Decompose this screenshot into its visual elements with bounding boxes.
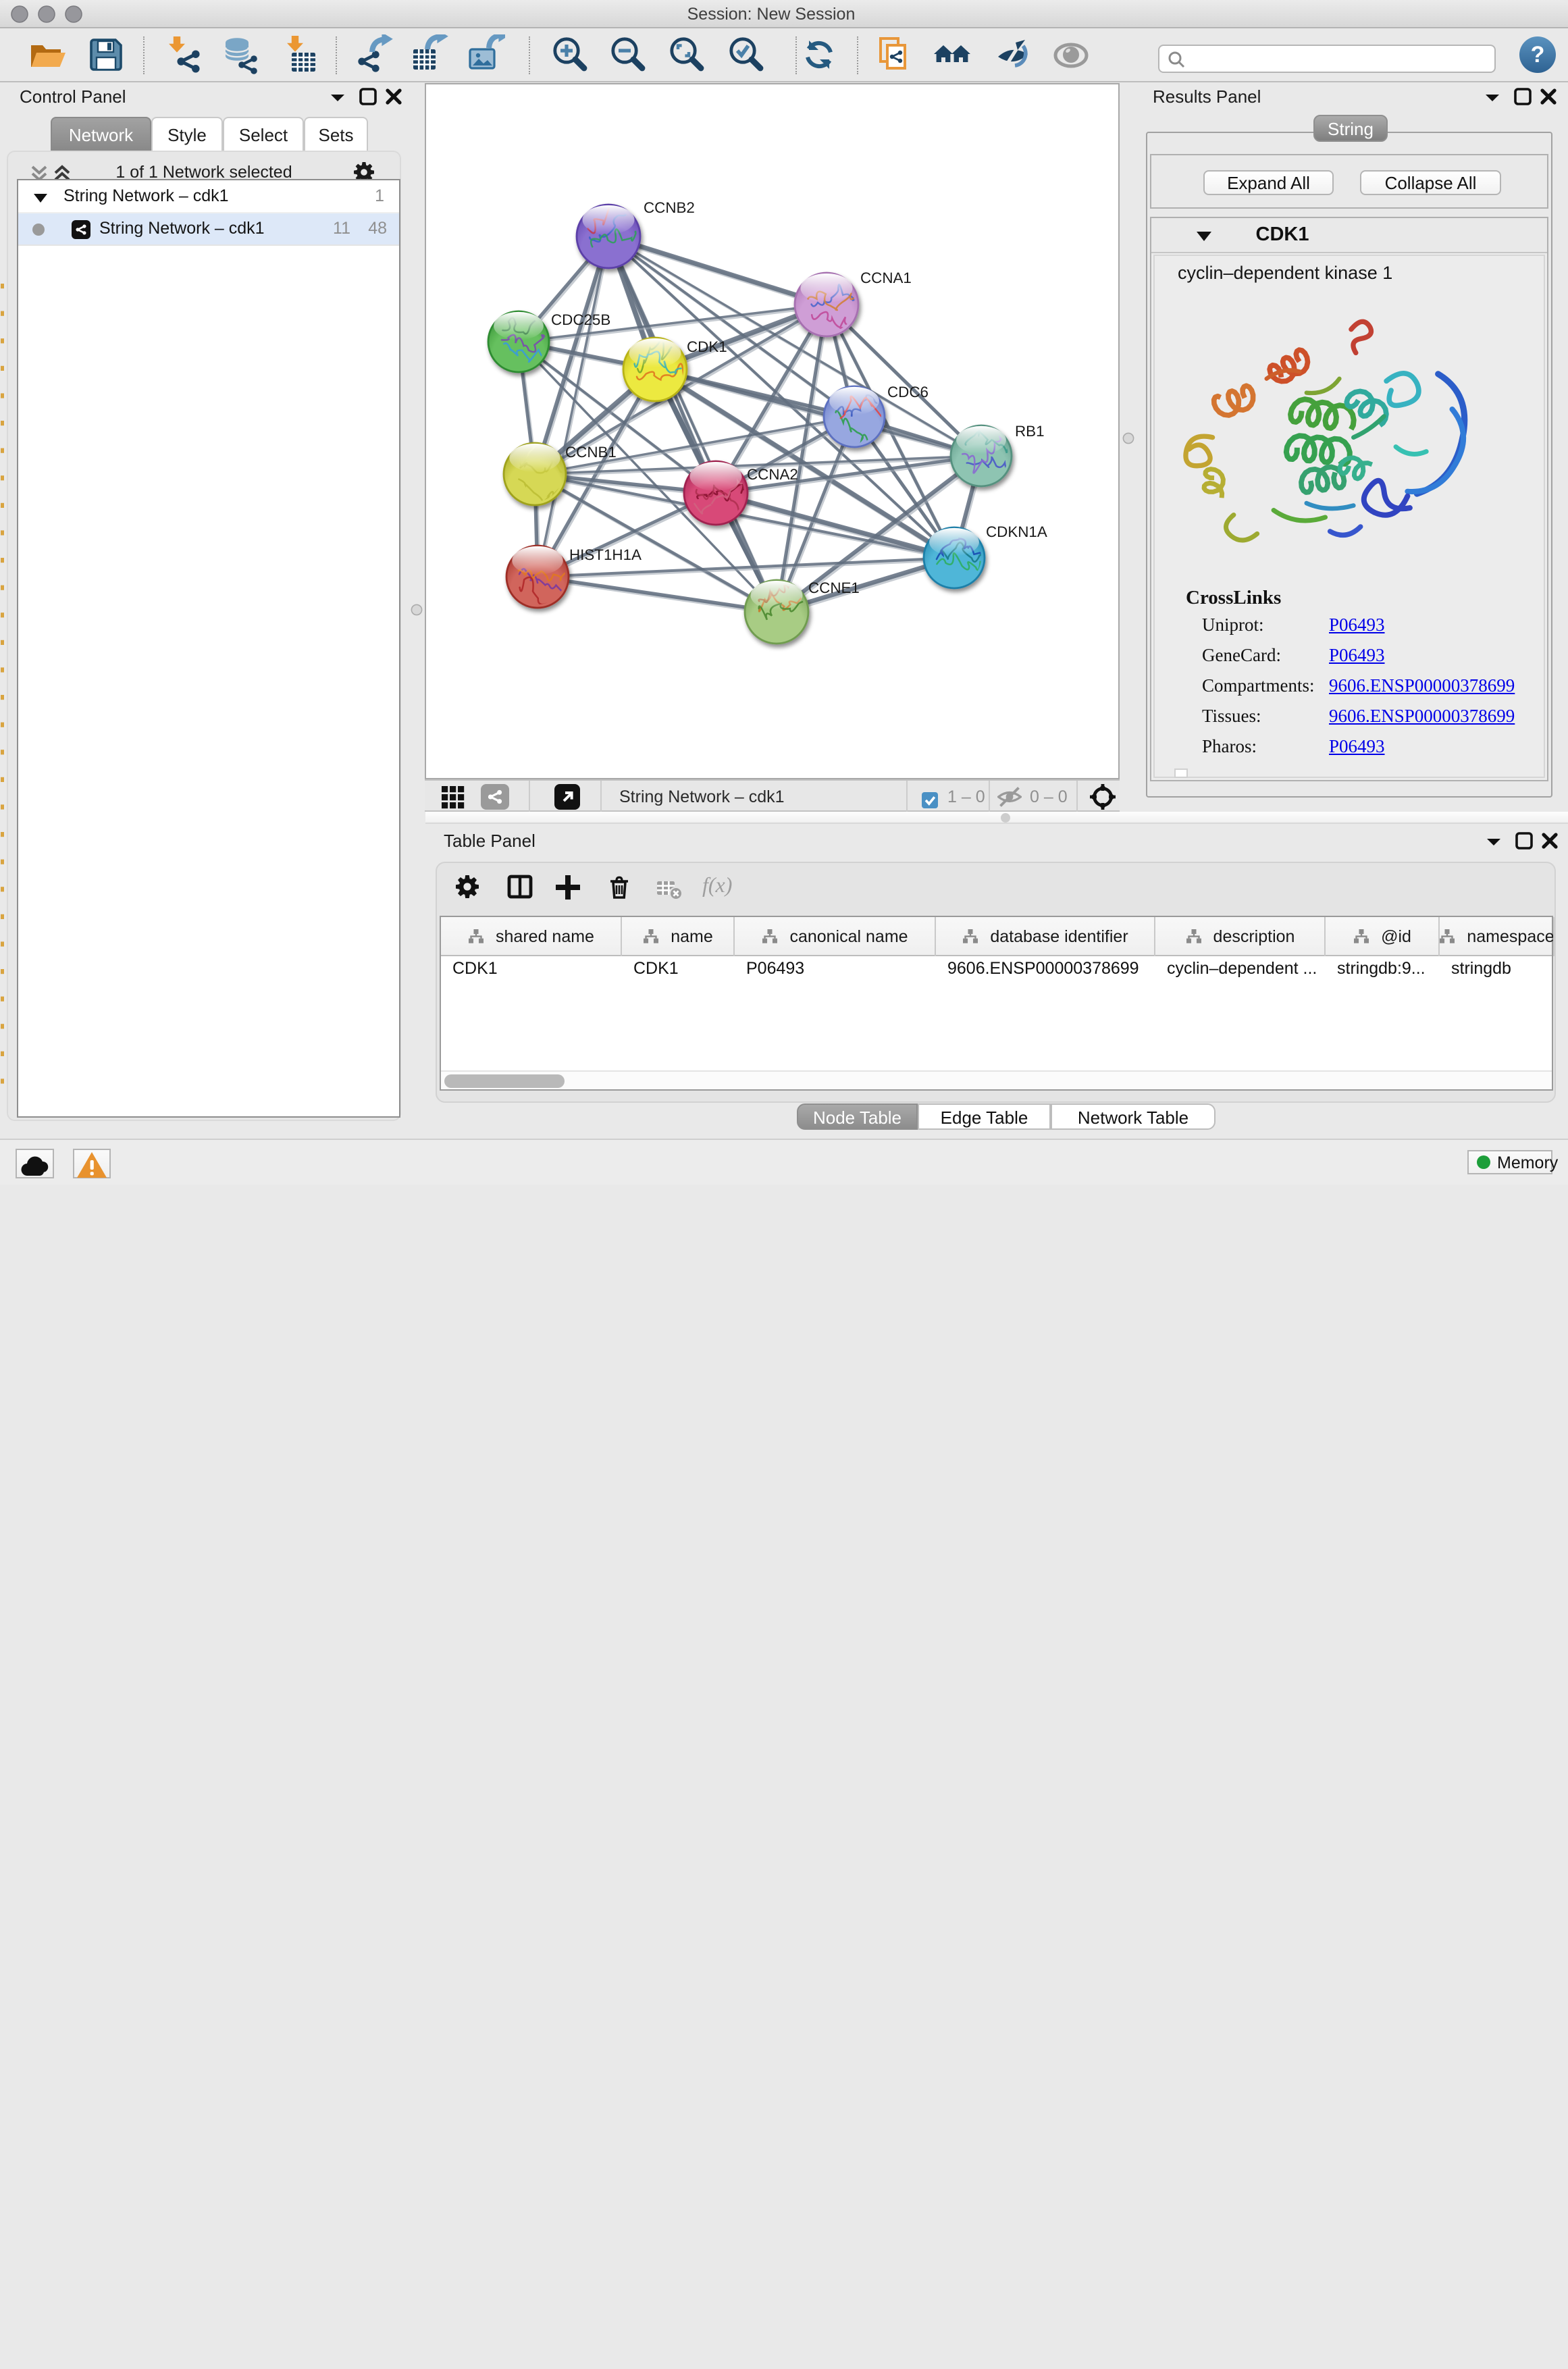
svg-text:CCNE1: CCNE1 [808,581,860,597]
svg-text:CDKN1A: CDKN1A [986,525,1048,541]
svg-text:CCNB1: CCNB1 [565,445,617,461]
svg-text:CCNA2: CCNA2 [747,467,798,484]
svg-text:HIST1H1A: HIST1H1A [569,548,642,564]
svg-text:CDC6: CDC6 [887,385,929,401]
svg-text:CCNB2: CCNB2 [644,201,695,217]
svg-text:CCNA1: CCNA1 [860,271,912,287]
svg-text:RB1: RB1 [1015,424,1045,440]
svg-text:CDK1: CDK1 [687,340,727,356]
svg-text:CDC25B: CDC25B [551,313,610,329]
